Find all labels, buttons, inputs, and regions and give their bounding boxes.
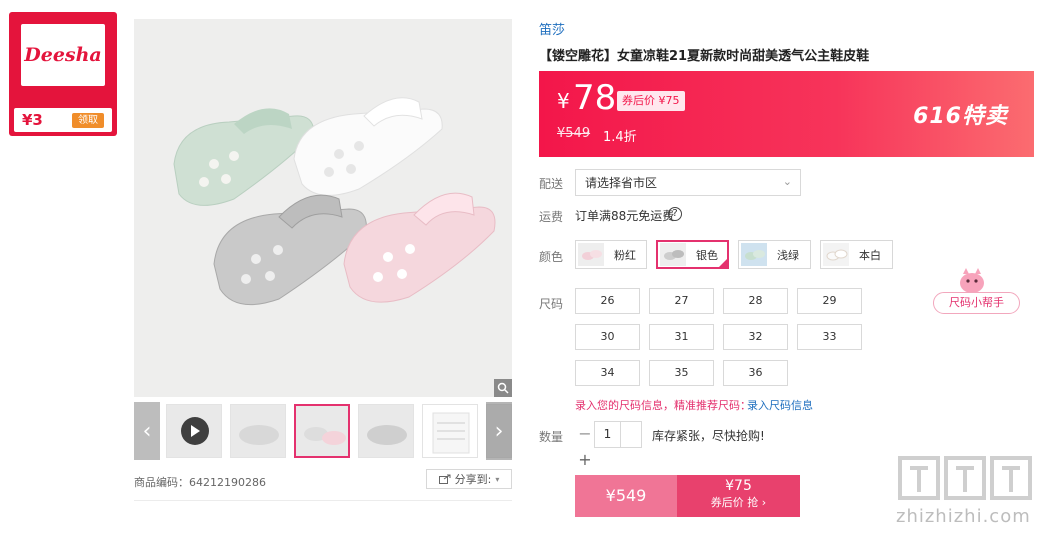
share-label: 分享到: (454, 473, 492, 486)
color-swatch (660, 243, 686, 266)
help-icon[interactable]: ? (668, 207, 682, 221)
thumbnail-image[interactable] (358, 404, 414, 458)
quantity-input[interactable]: 1 (594, 421, 621, 448)
pink-sandal (343, 192, 496, 303)
color-option-selected[interactable]: 银色 (656, 240, 729, 269)
sandals-illustration (173, 97, 496, 306)
size-option[interactable]: 29 (797, 288, 862, 314)
green-sandal (173, 108, 315, 206)
size-option[interactable]: 26 (575, 288, 640, 314)
thumb-prev-button[interactable]: ‹ (134, 402, 160, 460)
color-name: 本白 (859, 248, 881, 262)
size-option[interactable]: 32 (723, 324, 788, 350)
color-name: 浅绿 (777, 248, 799, 262)
brand-coupon-card[interactable]: Deesha ¥3 领取 (9, 12, 117, 136)
size-option[interactable]: 28 (723, 288, 788, 314)
quantity-increase-button[interactable]: + (575, 450, 595, 470)
size-option[interactable]: 31 (649, 324, 714, 350)
color-option[interactable]: 浅绿 (738, 240, 811, 269)
coupon-bar: ¥3 领取 (14, 108, 112, 132)
buy-with-coupon-button[interactable]: ¥75 券后价 抢 › (677, 475, 800, 517)
thumbnail-image-active[interactable] (294, 404, 350, 458)
quantity-stepper-box (621, 421, 642, 448)
selected-check-icon (718, 258, 728, 268)
color-swatch (578, 243, 604, 266)
size-helper-mascot-icon (960, 268, 984, 293)
watermark-logo (898, 456, 1032, 500)
color-name: 粉红 (614, 248, 636, 262)
shipping-label: 运费 (539, 210, 564, 224)
thumbnail-size-chart[interactable] (422, 404, 478, 458)
brand-logo: Deesha (24, 44, 102, 66)
size-option[interactable]: 30 (575, 324, 640, 350)
size-option[interactable]: 36 (723, 360, 788, 386)
divider (134, 500, 512, 501)
size-option[interactable]: 27 (649, 288, 714, 314)
thumbnail-image[interactable] (230, 404, 286, 458)
current-price: 78 (573, 78, 617, 118)
share-icon (438, 474, 451, 484)
brand-logo-box: Deesha (21, 24, 105, 86)
delivery-placeholder: 请选择省市区 (585, 176, 658, 190)
main-product-image[interactable] (134, 19, 512, 397)
color-swatch (741, 243, 767, 266)
promo-label: 616特卖 (913, 104, 1008, 129)
color-option[interactable]: 粉红 (575, 240, 647, 269)
watermark-text: zhizhizhi.com (896, 506, 1031, 527)
size-helper-button[interactable]: 尺码小帮手 (933, 292, 1020, 314)
delivery-label: 配送 (539, 177, 564, 191)
sku-row: 商品编码：64212190286 (134, 474, 266, 490)
color-name: 银色 (696, 248, 718, 262)
coupon-buy-price: ¥75 (725, 478, 752, 494)
share-button[interactable]: 分享到: ▾ (426, 469, 512, 489)
chevron-down-icon: ⌄ (782, 175, 792, 188)
sku-label: 商品编码： (134, 476, 189, 489)
sku-value: 64212190286 (189, 476, 266, 489)
thumbnail-video[interactable] (166, 404, 222, 458)
size-option[interactable]: 34 (575, 360, 640, 386)
currency-symbol: ¥ (557, 89, 570, 113)
quantity-label: 数量 (539, 430, 564, 444)
silver-sandal (213, 194, 367, 306)
price-banner: ¥ 78 券后价 ¥75 ¥549 1.4折 616特卖 (539, 71, 1034, 157)
shipping-text: 订单满88元免运费 (575, 209, 675, 223)
buy-original-price-button[interactable]: ¥549 (575, 475, 677, 517)
coupon-amount: ¥3 (22, 111, 43, 129)
size-label: 尺码 (539, 297, 564, 311)
size-option[interactable]: 35 (649, 360, 714, 386)
thumbnail-strip: ‹ › (134, 402, 512, 460)
brand-link[interactable]: 笛莎 (539, 19, 565, 38)
color-option[interactable]: 本白 (820, 240, 893, 269)
discount-rate: 1.4折 (603, 130, 637, 145)
size-option[interactable]: 33 (797, 324, 862, 350)
after-coupon-price: 券后价 ¥75 (617, 91, 685, 111)
product-title: 【镂空雕花】女童凉鞋21夏新款时尚甜美透气公主鞋皮鞋 (539, 49, 870, 64)
zoom-icon[interactable] (494, 379, 512, 397)
color-label: 颜色 (539, 250, 564, 264)
thumb-next-button[interactable]: › (486, 402, 512, 460)
white-sandal (293, 97, 443, 196)
coupon-buy-label: 券后价 抢 › (710, 496, 767, 509)
delivery-region-select[interactable]: 请选择省市区 ⌄ (575, 169, 801, 196)
chevron-down-icon: ▾ (495, 474, 500, 484)
claim-coupon-button[interactable]: 领取 (72, 113, 104, 128)
color-swatch (823, 243, 849, 266)
size-entry-link[interactable]: 录入尺码信息 (747, 397, 813, 413)
size-note: 录入您的尺码信息，精准推荐尺码： (575, 399, 751, 412)
stock-message: 库存紧张，尽快抢购! (652, 429, 765, 443)
original-price: ¥549 (557, 126, 591, 141)
play-icon (181, 417, 209, 445)
quantity-decrease-button[interactable]: − (575, 421, 595, 448)
